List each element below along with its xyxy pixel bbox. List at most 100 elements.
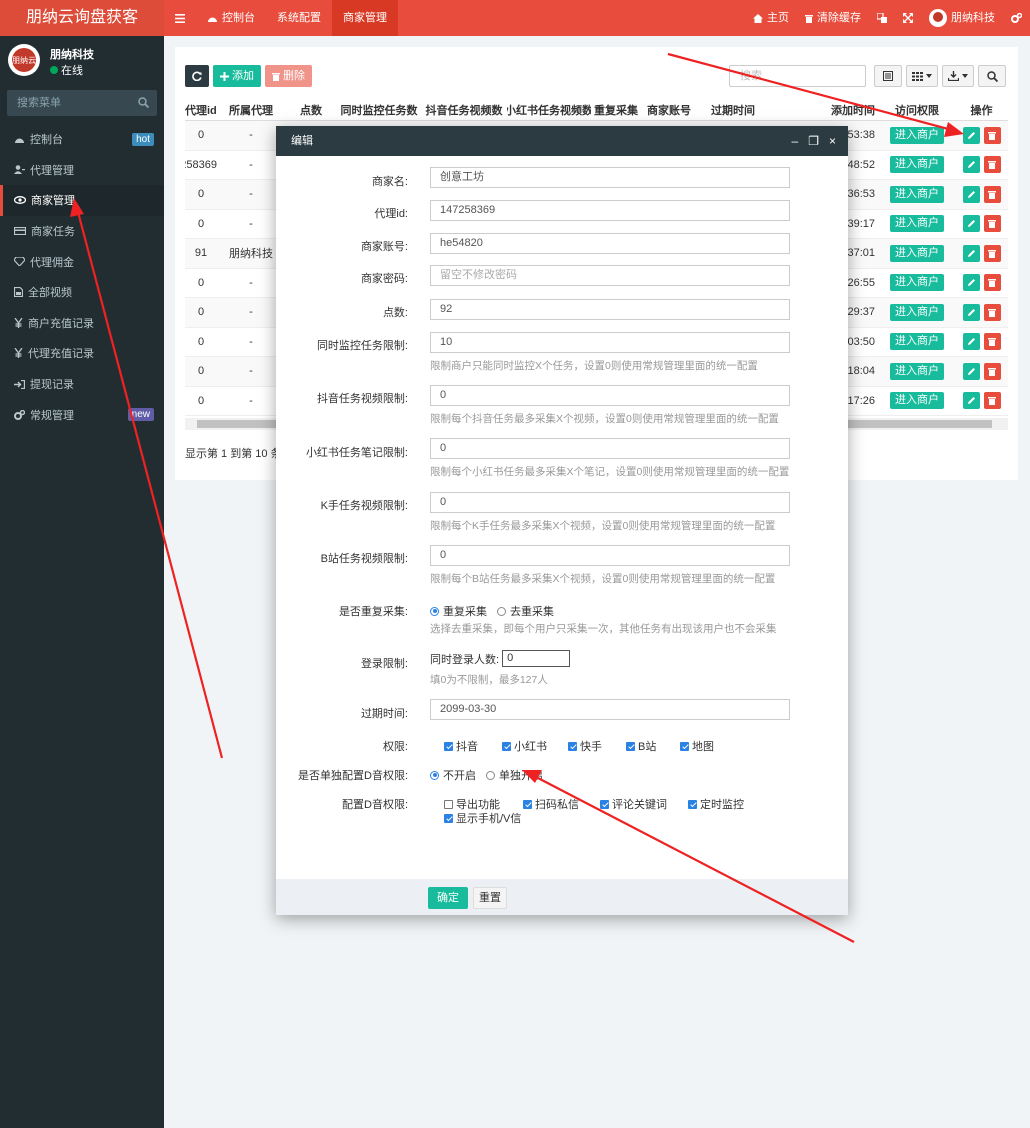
delete-row-button[interactable]	[983, 274, 1001, 292]
table-search-input[interactable]: 搜索	[729, 65, 866, 87]
col-expire[interactable]: 过期时间	[697, 99, 769, 120]
sidebar-item-merchant-management[interactable]: 商家管理	[0, 185, 164, 216]
edit-button[interactable]	[962, 274, 980, 292]
bilibili-limit-input[interactable]: 0	[430, 545, 790, 566]
sidebar-item-agent-recharge[interactable]: 代理充值记录	[0, 338, 164, 369]
col-parent-agent[interactable]: 所属代理	[217, 99, 285, 120]
nav-merchant-management[interactable]: 商家管理	[332, 0, 398, 36]
nav-system-config[interactable]: 系统配置	[266, 0, 332, 36]
enter-merchant-button[interactable]: 进入商户	[890, 333, 944, 351]
login-count-input[interactable]: 0	[502, 650, 571, 667]
merchant-account-input[interactable]: he54820	[430, 233, 790, 254]
perm-douyin-checkbox[interactable]: 抖音	[444, 738, 478, 754]
columns-button[interactable]	[906, 65, 938, 87]
edit-button[interactable]	[962, 126, 980, 144]
edit-button[interactable]	[962, 362, 980, 380]
delete-row-button[interactable]	[983, 185, 1001, 203]
col-access[interactable]: 访问权限	[879, 99, 955, 120]
delete-row-button[interactable]	[983, 244, 1001, 262]
enter-merchant-button[interactable]: 进入商户	[890, 156, 944, 174]
maximize-icon[interactable]: ❐	[808, 126, 819, 156]
close-icon[interactable]: ×	[829, 126, 836, 156]
col-agent-id[interactable]: 代理id	[185, 99, 217, 120]
sidebar-item-dashboard[interactable]: 控制台 hot	[0, 124, 164, 155]
nav-settings[interactable]	[1003, 13, 1030, 23]
edit-button[interactable]	[962, 215, 980, 233]
add-button[interactable]: 添加	[213, 65, 261, 87]
edit-button[interactable]	[962, 244, 980, 262]
sidebar-item-agent-commission[interactable]: 代理佣金	[0, 246, 164, 277]
edit-button[interactable]	[962, 303, 980, 321]
col-points[interactable]: 点数	[285, 99, 337, 120]
col-xhs-videos[interactable]: 小红书任务视频数	[507, 99, 591, 120]
enter-merchant-button[interactable]: 进入商户	[890, 392, 944, 410]
enter-merchant-button[interactable]: 进入商户	[890, 303, 944, 321]
enter-merchant-button[interactable]: 进入商户	[890, 215, 944, 233]
enter-merchant-button[interactable]: 进入商户	[890, 274, 944, 292]
perm-kuaishou-checkbox[interactable]: 快手	[568, 738, 602, 754]
reset-button[interactable]: 重置	[473, 887, 507, 909]
dedupe-collect-radio[interactable]: 去重采集	[497, 603, 554, 619]
edit-button[interactable]	[962, 333, 980, 351]
col-douyin-videos[interactable]: 抖音任务视频数	[421, 99, 507, 120]
merchant-password-input[interactable]: 留空不修改密码	[430, 265, 790, 286]
merchant-name-input[interactable]: 创意工坊	[430, 167, 790, 188]
agent-id-input[interactable]: 147258369	[430, 200, 790, 221]
repeat-collect-radio[interactable]: 重复采集	[430, 603, 487, 619]
col-created[interactable]: 添加时间	[769, 99, 879, 120]
nav-translate[interactable]	[869, 13, 895, 23]
toggle-view-button[interactable]	[874, 65, 902, 87]
col-actions[interactable]: 操作	[955, 99, 1008, 120]
sidebar-toggle[interactable]	[164, 0, 196, 36]
refresh-button[interactable]	[185, 65, 209, 87]
enter-merchant-button[interactable]: 进入商户	[890, 185, 944, 203]
edit-button[interactable]	[962, 185, 980, 203]
nav-fullscreen[interactable]	[895, 13, 921, 23]
points-input[interactable]: 92	[430, 299, 790, 320]
search-button[interactable]	[978, 65, 1006, 87]
xhs-limit-input[interactable]: 0	[430, 438, 790, 459]
delete-row-button[interactable]	[983, 156, 1001, 174]
export-button[interactable]	[942, 65, 974, 87]
col-repeat[interactable]: 重复采集	[591, 99, 641, 120]
edit-button[interactable]	[962, 156, 980, 174]
sidebar-item-agent-management[interactable]: 代理管理	[0, 155, 164, 186]
dperm-scan-message-checkbox[interactable]: 扫码私信	[523, 796, 579, 812]
edit-button[interactable]	[962, 392, 980, 410]
dperm-comment-keyword-checkbox[interactable]: 评论关键词	[600, 796, 667, 812]
nav-dashboard[interactable]: 控制台	[196, 0, 266, 36]
douyin-config-off-radio[interactable]: 不开启	[430, 767, 476, 783]
sidebar-item-general-management[interactable]: 常规管理 new	[0, 399, 164, 430]
sidebar-item-merchant-tasks[interactable]: 商家任务	[0, 216, 164, 247]
delete-row-button[interactable]	[983, 303, 1001, 321]
enter-merchant-button[interactable]: 进入商户	[890, 126, 944, 144]
delete-row-button[interactable]	[983, 126, 1001, 144]
perm-bilibili-checkbox[interactable]: B站	[626, 738, 656, 754]
sidebar-search-input[interactable]: 搜索菜单	[7, 90, 157, 116]
nav-user-menu[interactable]: 朋纳科技	[921, 0, 1003, 36]
delete-row-button[interactable]	[983, 333, 1001, 351]
douyin-limit-input[interactable]: 0	[430, 385, 790, 406]
sidebar-item-merchant-recharge[interactable]: 商户充值记录	[0, 308, 164, 339]
perm-map-checkbox[interactable]: 地图	[680, 738, 714, 754]
douyin-config-on-radio[interactable]: 单独开启	[486, 767, 543, 783]
confirm-button[interactable]: 确定	[428, 887, 468, 909]
sidebar-item-withdraw-records[interactable]: 提现记录	[0, 369, 164, 400]
nav-home[interactable]: 主页	[745, 0, 797, 36]
delete-row-button[interactable]	[983, 392, 1001, 410]
sidebar-item-all-videos[interactable]: 全部视频	[0, 277, 164, 308]
enter-merchant-button[interactable]: 进入商户	[890, 244, 944, 262]
delete-row-button[interactable]	[983, 215, 1001, 233]
monitor-limit-input[interactable]: 10	[430, 332, 790, 353]
perm-xhs-checkbox[interactable]: 小红书	[502, 738, 547, 754]
col-monitor-tasks[interactable]: 同时监控任务数	[337, 99, 421, 120]
delete-button[interactable]: 删除	[265, 65, 312, 87]
minimize-icon[interactable]: –	[792, 126, 799, 156]
delete-row-button[interactable]	[983, 362, 1001, 380]
dperm-timed-monitor-checkbox[interactable]: 定时监控	[688, 796, 744, 812]
nav-clear-cache[interactable]: 清除缓存	[797, 0, 869, 36]
dperm-show-phone-checkbox[interactable]: 显示手机/V信	[444, 810, 521, 826]
expire-time-input[interactable]: 2099-03-30	[430, 699, 790, 720]
enter-merchant-button[interactable]: 进入商户	[890, 362, 944, 380]
brand-logo[interactable]: 朋纳云询盘获客	[0, 0, 164, 36]
